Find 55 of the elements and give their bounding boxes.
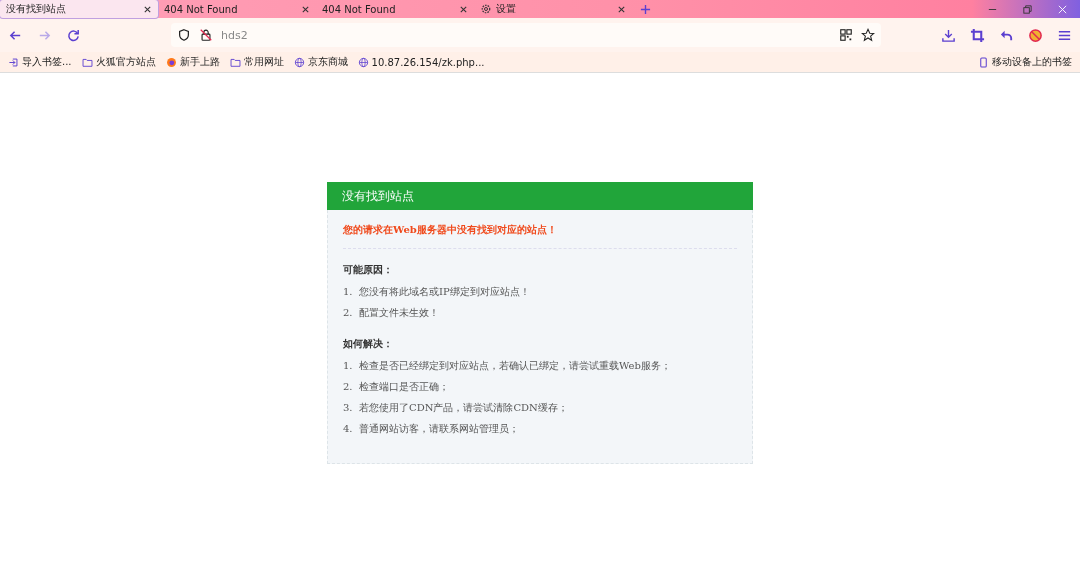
mobile-device-icon <box>978 56 989 68</box>
list-item-text: 配置文件未生效！ <box>359 306 439 320</box>
address-bar[interactable]: hds2 <box>171 23 881 47</box>
close-icon[interactable] <box>459 4 468 14</box>
browser-tab[interactable]: 404 Not Found <box>316 0 474 18</box>
close-icon[interactable] <box>301 4 310 14</box>
tab-title: 没有找到站点 <box>6 2 67 16</box>
gear-icon <box>480 3 492 15</box>
list-number: 4. <box>343 422 351 436</box>
section-heading: 可能原因： <box>343 263 394 277</box>
bookmark-item[interactable]: 常用网址 <box>229 55 284 69</box>
bookmark-item[interactable]: 移动设备上的书签 <box>978 55 1072 69</box>
list-item-text: 检查端口是否正确； <box>359 380 449 394</box>
bookmark-item[interactable]: 新手上路 <box>165 55 220 69</box>
error-message: 您的请求在Web服务器中没有找到对应的站点！ <box>343 223 558 237</box>
close-icon[interactable] <box>143 4 152 14</box>
card-header: 没有找到站点 <box>327 182 753 210</box>
list-number: 3. <box>343 401 351 415</box>
restore-icon[interactable] <box>1022 3 1033 15</box>
crop-icon[interactable] <box>970 27 985 43</box>
list-number: 2. <box>343 380 351 394</box>
close-icon[interactable] <box>617 4 626 14</box>
qr-code-icon[interactable] <box>839 28 853 42</box>
bookmark-item[interactable]: 导入书签... <box>8 55 72 69</box>
download-icon[interactable] <box>941 27 956 43</box>
list-number: 1. <box>343 359 351 373</box>
bookmark-item[interactable]: 火狐官方站点 <box>81 55 156 69</box>
browser-tab[interactable]: 没有找到站点 <box>0 0 158 18</box>
list-item-text: 您没有将此域名或IP绑定到对应站点！ <box>359 285 530 299</box>
list-number: 2. <box>343 306 351 320</box>
section-heading: 如何解决： <box>343 337 394 351</box>
import-icon <box>8 56 19 68</box>
browser-tab[interactable]: 设置 <box>474 0 632 18</box>
globe-icon <box>357 56 369 68</box>
blocked-extension-icon[interactable] <box>1028 27 1043 43</box>
new-tab-icon[interactable] <box>640 3 651 15</box>
tab-title: 404 Not Found <box>164 3 239 15</box>
folder-icon <box>81 56 93 68</box>
list-item-text: 普通网站访客，请联系网站管理员； <box>359 422 519 436</box>
url-text: hds2 <box>221 28 248 42</box>
tab-title: 设置 <box>496 2 517 16</box>
browser-tab[interactable]: 404 Not Found <box>158 0 316 18</box>
list-item-text: 若您使用了CDN产品，请尝试清除CDN缓存； <box>359 401 568 415</box>
lock-icon <box>199 28 213 42</box>
bookmark-item[interactable]: 10.87.26.154/zk.php... <box>357 56 485 68</box>
bookmark-item[interactable]: 京东商城 <box>293 55 348 69</box>
reload-icon[interactable] <box>66 27 81 43</box>
list-number: 1. <box>343 285 351 299</box>
star-icon[interactable] <box>861 28 875 42</box>
tab-title: 404 Not Found <box>322 3 397 15</box>
list-item-text: 检查是否已经绑定到对应站点，若确认已绑定，请尝试重载Web服务； <box>359 359 671 373</box>
folder-icon <box>229 56 241 68</box>
shield-icon <box>177 28 191 42</box>
globe-icon <box>293 56 305 68</box>
browser-logo-icon <box>165 56 177 68</box>
